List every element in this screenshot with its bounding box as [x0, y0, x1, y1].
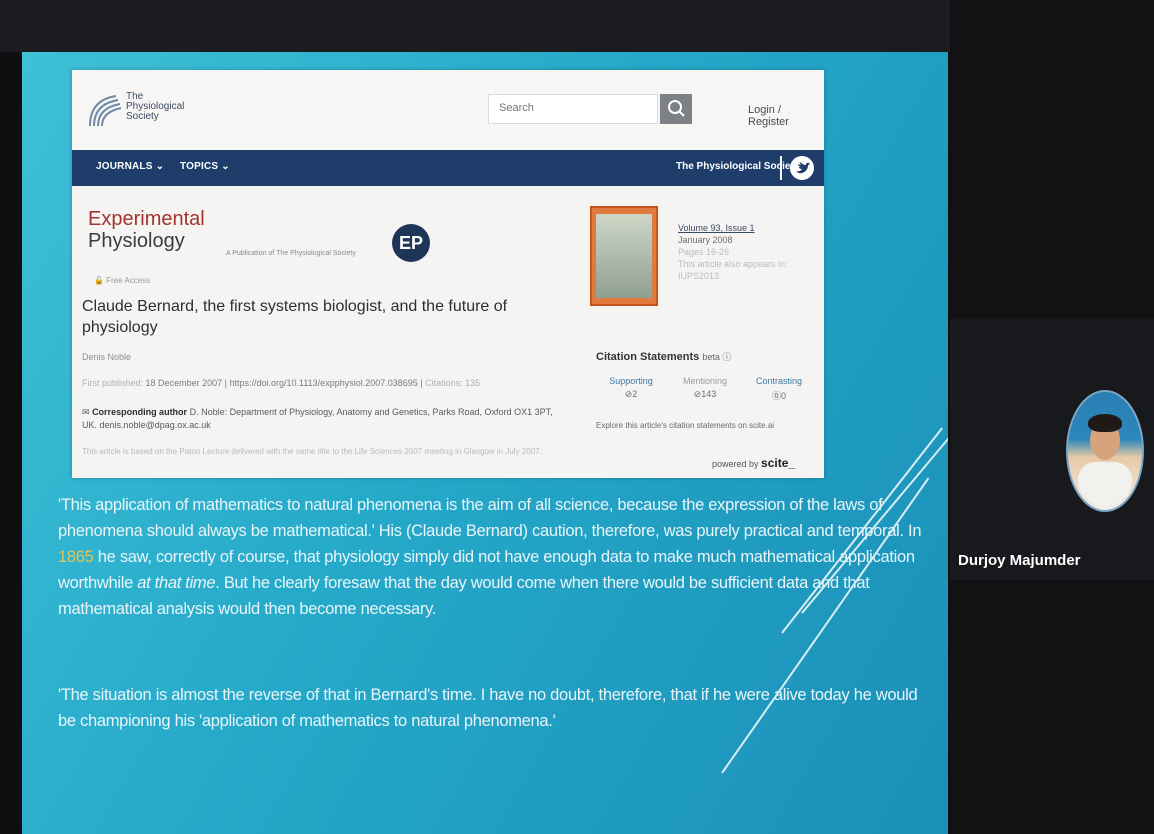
- scite-explore-link[interactable]: Explore this article's citation statemen…: [596, 420, 796, 431]
- article-title: Claude Bernard, the first systems biolog…: [82, 298, 508, 336]
- ep-badge: EP: [392, 224, 430, 262]
- nav-topics[interactable]: TOPICS ⌄: [180, 161, 230, 172]
- search-icon: [668, 100, 685, 117]
- year-highlight: 1865: [58, 548, 94, 566]
- search-input[interactable]: [497, 101, 651, 115]
- journal-logo[interactable]: Experimental Physiology: [88, 208, 205, 252]
- corresponding-author: ✉ Corresponding author D. Noble: Departm…: [82, 407, 553, 430]
- publication-info: First published: 18 December 2007 | http…: [82, 378, 481, 388]
- powered-by-scite: powered by scite_: [712, 456, 796, 470]
- twitter-icon[interactable]: [790, 156, 814, 180]
- article-author[interactable]: Denis Noble: [82, 352, 131, 362]
- citation-statements-title: Citation Statements beta ⓘ: [596, 351, 732, 363]
- journal-cover-image[interactable]: [590, 206, 658, 306]
- citations-count: Citations: 135: [425, 378, 481, 388]
- article-note: This article is based on the Paton Lectu…: [82, 447, 542, 456]
- supporting-stat[interactable]: Supporting ⊘2: [596, 376, 666, 400]
- journal-subtitle: A Publication of The Physiological Socie…: [226, 250, 356, 257]
- webpage-screenshot: The Physiological Society Login / Regist…: [72, 70, 824, 478]
- participant-name: Durjoy Majumder: [958, 552, 1081, 569]
- quote-paragraph-2: 'The situation is almost the reverse of …: [58, 686, 918, 730]
- login-register-link[interactable]: Login / Register: [748, 104, 824, 128]
- search-field[interactable]: [488, 94, 658, 124]
- mentioning-stat[interactable]: Mentioning ⊘143: [670, 376, 740, 400]
- volume-link[interactable]: Volume 93, Issue 1: [678, 222, 788, 234]
- contrasting-stat[interactable]: Contrasting ⓪0: [744, 376, 814, 402]
- society-logo-icon: [89, 95, 122, 127]
- participant-avatar: [1066, 390, 1144, 512]
- nav-divider: [780, 156, 782, 180]
- issue-info: Volume 93, Issue 1 January 2008 Pages 16…: [678, 222, 788, 281]
- nav-journals[interactable]: JOURNALS ⌄: [96, 161, 164, 172]
- mail-icon: ✉: [82, 407, 90, 417]
- society-logo-text: The Physiological Society: [126, 91, 185, 122]
- web-header: The Physiological Society Login / Regist…: [72, 70, 824, 150]
- free-access-label: 🔓 Free Access: [94, 276, 151, 285]
- doi-link[interactable]: https://doi.org/10.1113/expphysiol.2007.…: [229, 378, 417, 388]
- web-nav-bar: JOURNALS ⌄ TOPICS ⌄ The Physiological So…: [72, 150, 824, 186]
- shared-slide: The Physiological Society Login / Regist…: [22, 52, 948, 834]
- author-email-link[interactable]: denis.noble@dpag.ox.ac.uk: [100, 420, 211, 430]
- search-button[interactable]: [660, 94, 692, 124]
